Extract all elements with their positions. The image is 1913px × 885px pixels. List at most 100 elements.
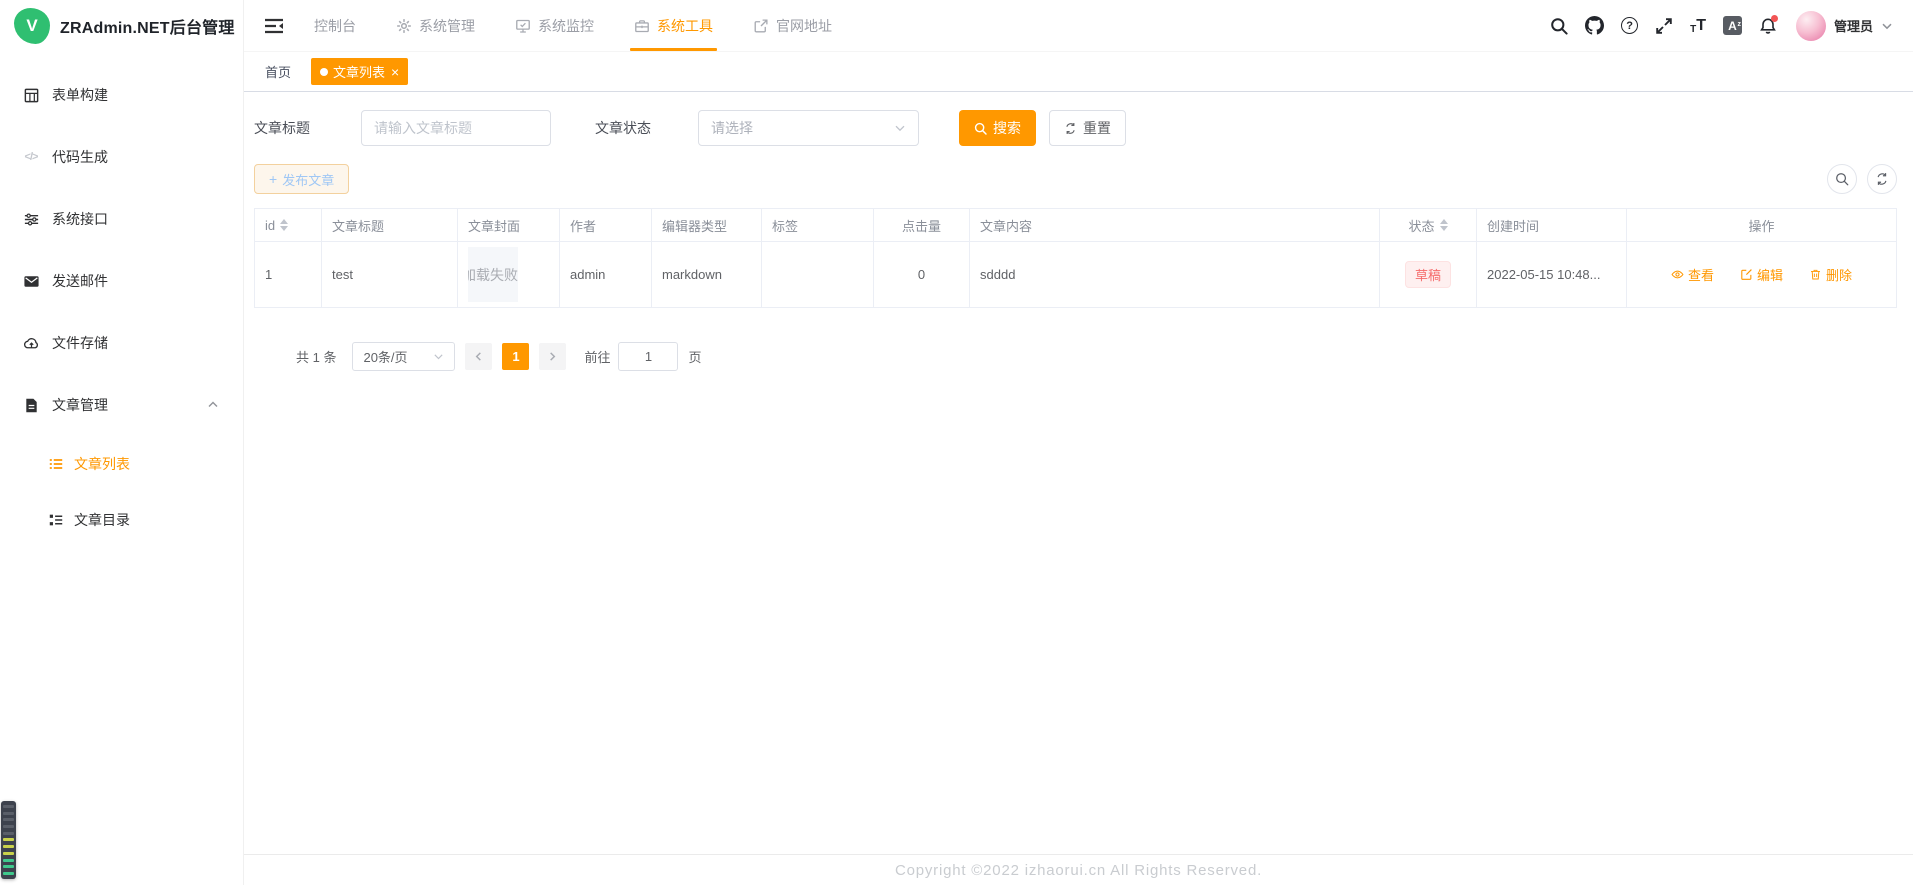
sidebar-item-article-manage[interactable]: 文章管理: [0, 374, 243, 436]
col-id[interactable]: id: [255, 209, 322, 242]
filter-form: 文章标题 文章状态 请选择 搜索 重置: [254, 110, 1897, 146]
page-content: 文章标题 文章状态 请选择 搜索 重置: [244, 92, 1913, 854]
main-column: 控制台 系统管理 系统监控: [244, 0, 1913, 885]
top-item-label: 控制台: [314, 16, 356, 36]
language-button[interactable]: A z: [1723, 16, 1742, 35]
table-tools: [1827, 164, 1897, 194]
help-button[interactable]: ?: [1621, 17, 1638, 34]
col-actions: 操作: [1627, 209, 1897, 242]
form-grid-icon: [22, 86, 40, 104]
pagination-total: 共 1 条: [296, 347, 336, 366]
cell-tags: [762, 242, 874, 308]
sort-carets-icon[interactable]: [280, 219, 288, 231]
table-header-row: id 文章标题 文章封面 作者 编辑器类型 标签 点击量 文章内容 状态: [255, 209, 1897, 242]
article-table: id 文章标题 文章封面 作者 编辑器类型 标签 点击量 文章内容 状态: [254, 208, 1897, 308]
external-link-icon: [753, 18, 769, 34]
cell-created-at: 2022-05-15 10:48...: [1477, 242, 1627, 308]
plus-icon: +: [269, 171, 277, 187]
logo-icon: V: [14, 8, 50, 44]
edit-button[interactable]: 编辑: [1740, 265, 1783, 284]
col-content: 文章内容: [970, 209, 1380, 242]
top-item-label: 系统工具: [657, 16, 713, 36]
refresh-table-button[interactable]: [1867, 164, 1897, 194]
top-item-label: 系统管理: [419, 16, 475, 36]
font-size-button[interactable]: TT: [1690, 17, 1706, 35]
cell-editor-type: markdown: [652, 242, 762, 308]
col-created-at: 创建时间: [1477, 209, 1627, 242]
top-item-label: 官网地址: [776, 16, 832, 36]
search-button[interactable]: 搜索: [959, 110, 1036, 146]
fullscreen-button[interactable]: [1655, 17, 1673, 35]
status-badge: 草稿: [1405, 261, 1451, 288]
chevron-up-icon: [207, 399, 219, 411]
table-row: 1 test 加载失败 admin markdown 0 sdddd 草稿: [255, 242, 1897, 308]
sidebar-item-file-storage[interactable]: 文件存储: [0, 312, 243, 374]
article-status-select[interactable]: 请选择: [698, 110, 919, 146]
sort-carets-icon[interactable]: [1440, 219, 1448, 231]
chevron-left-icon: [473, 351, 484, 362]
cloud-upload-icon: [22, 334, 40, 352]
sidebar-item-label: 系统接口: [52, 209, 108, 229]
reset-button[interactable]: 重置: [1049, 110, 1126, 146]
page-unit-label: 页: [688, 347, 701, 366]
sidebar-item-label: 表单构建: [52, 85, 108, 105]
goto-page-input[interactable]: [618, 342, 678, 371]
col-status[interactable]: 状态: [1380, 209, 1477, 242]
close-icon[interactable]: ×: [391, 65, 399, 79]
sidebar: V ZRAdmin.NET后台管理 表单构建 </> 代码生成 系统接口: [0, 0, 244, 885]
next-page-button[interactable]: [539, 343, 566, 370]
active-dot-icon: [320, 68, 328, 76]
tags-view: 首页 文章列表 ×: [244, 52, 1913, 92]
sidebar-item-label: 文件存储: [52, 333, 108, 353]
toggle-search-button[interactable]: [1827, 164, 1857, 194]
chevron-down-icon: [1881, 20, 1893, 32]
document-icon: [22, 396, 40, 414]
github-button[interactable]: [1585, 16, 1604, 35]
top-item-console[interactable]: 控制台: [314, 0, 356, 51]
sidebar-item-code-gen[interactable]: </> 代码生成: [0, 126, 243, 188]
gear-icon: [396, 18, 412, 34]
sliders-icon: [22, 210, 40, 228]
top-item-system-tools[interactable]: 系统工具: [634, 0, 713, 51]
top-item-system-manage[interactable]: 系统管理: [396, 0, 475, 51]
tab-home[interactable]: 首页: [265, 62, 291, 81]
prev-page-button[interactable]: [465, 343, 492, 370]
cell-actions: 查看 编辑 删除: [1627, 242, 1897, 308]
table-toolbar: + 发布文章: [254, 164, 1897, 194]
sidebar-item-system-api[interactable]: 系统接口: [0, 188, 243, 250]
page-number-button[interactable]: 1: [502, 343, 529, 370]
tab-article-list[interactable]: 文章列表 ×: [311, 58, 408, 85]
edit-icon: [1740, 268, 1753, 281]
cell-clicks: 0: [874, 242, 970, 308]
sidebar-item-label: 文章列表: [74, 454, 130, 474]
top-item-official-site[interactable]: 官网地址: [753, 0, 832, 51]
sidebar-menu: 表单构建 </> 代码生成 系统接口 发送邮件: [0, 64, 243, 548]
page-size-select[interactable]: 20条/页: [352, 342, 455, 371]
sidebar-collapse-button[interactable]: [264, 17, 284, 35]
top-item-system-monitor[interactable]: 系统监控: [515, 0, 594, 51]
view-button[interactable]: 查看: [1671, 265, 1714, 284]
status-meter-widget[interactable]: [1, 801, 16, 879]
article-status-label: 文章状态: [595, 118, 698, 138]
publish-article-button[interactable]: + 发布文章: [254, 164, 349, 194]
article-title-input[interactable]: [361, 110, 551, 146]
header-search-button[interactable]: [1550, 17, 1568, 35]
select-placeholder: 请选择: [711, 118, 753, 138]
top-item-label: 系统监控: [538, 16, 594, 36]
sidebar-item-send-mail[interactable]: 发送邮件: [0, 250, 243, 312]
article-title-label: 文章标题: [254, 118, 361, 138]
sidebar-item-form-builder[interactable]: 表单构建: [0, 64, 243, 126]
cell-content: sdddd: [970, 242, 1380, 308]
user-menu[interactable]: 管理员: [1796, 11, 1893, 41]
delete-button[interactable]: 删除: [1809, 265, 1852, 284]
top-navbar: 控制台 系统管理 系统监控: [244, 0, 1913, 52]
cell-cover: 加载失败: [458, 242, 560, 308]
notifications-button[interactable]: [1759, 17, 1777, 35]
pagination: 共 1 条 20条/页 1 前往 页: [296, 342, 1897, 371]
monitor-icon: [515, 18, 531, 34]
sidebar-item-article-list[interactable]: 文章列表: [0, 436, 243, 492]
chevron-right-icon: [547, 351, 558, 362]
cell-title: test: [322, 242, 458, 308]
language-icon: A z: [1723, 16, 1742, 35]
sidebar-item-article-catalog[interactable]: 文章目录: [0, 492, 243, 548]
